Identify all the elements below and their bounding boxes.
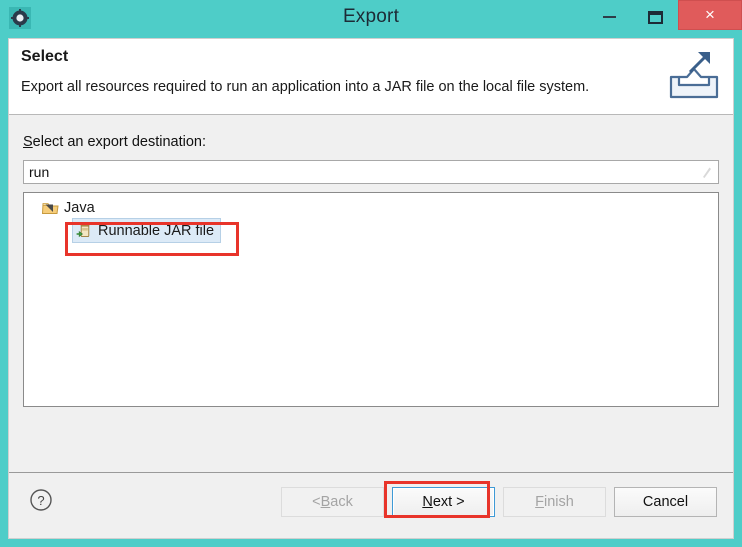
finish-button-label: inish — [544, 494, 574, 510]
back-button[interactable]: < Back — [281, 487, 384, 517]
tree-item-runnable-jar-file[interactable]: Runnable JAR file — [24, 218, 718, 256]
maximize-icon[interactable] — [632, 2, 678, 32]
title-bar: Export × — [0, 0, 742, 38]
export-destination-tree[interactable]: Java Runnable JAR file — [23, 192, 719, 407]
next-button-label: ext > — [432, 494, 465, 510]
wizard-buttons: < Back Next > Finish Cancel — [281, 481, 717, 518]
tree-item-selected-wrapper[interactable]: Runnable JAR file — [72, 218, 222, 243]
tree-item-runnable-jar-file-label: Runnable JAR file — [98, 222, 215, 239]
destination-label: Select an export destination: — [23, 134, 206, 150]
back-button-mnemonic: B — [320, 494, 331, 510]
page-description: Export all resources required to run an … — [21, 79, 590, 95]
close-icon[interactable]: × — [678, 0, 742, 30]
chevron-expanded-icon[interactable] — [44, 203, 54, 213]
svg-text:?: ? — [37, 493, 44, 508]
next-button[interactable]: Next > — [384, 481, 495, 518]
dialog-body: Select Export all resources required to … — [8, 38, 734, 539]
window-controls: × — [586, 0, 742, 38]
export-wizard-icon — [663, 47, 725, 105]
back-button-prefix: < — [312, 494, 321, 510]
export-dialog-window: Export × Select Export all resources req… — [0, 0, 742, 547]
dialog-content: Select an export destination: run Java R… — [9, 115, 733, 472]
next-button-mnemonic: N — [422, 494, 433, 510]
destination-label-mnemonic: S — [23, 134, 33, 150]
cancel-button-label: Cancel — [642, 494, 689, 510]
back-button-label: ack — [330, 494, 353, 510]
destination-label-text: elect an export destination: — [32, 134, 206, 150]
page-title: Select — [21, 48, 69, 65]
finish-button-mnemonic: F — [535, 494, 545, 510]
finish-button[interactable]: Finish — [503, 487, 606, 517]
clear-icon[interactable] — [698, 163, 714, 181]
minimize-icon[interactable] — [586, 2, 632, 32]
button-bar: ? < Back Next > Finish Cancel — [9, 472, 733, 538]
help-icon[interactable]: ? — [29, 488, 53, 512]
filter-input-value[interactable]: run — [29, 161, 698, 183]
dialog-header: Select Export all resources required to … — [9, 39, 733, 115]
filter-input[interactable]: run — [23, 160, 719, 184]
tree-item-java-label: Java — [64, 199, 95, 216]
tree-item-java[interactable]: Java — [24, 197, 718, 218]
cancel-button[interactable]: Cancel — [614, 487, 717, 517]
jar-file-icon — [76, 223, 93, 239]
